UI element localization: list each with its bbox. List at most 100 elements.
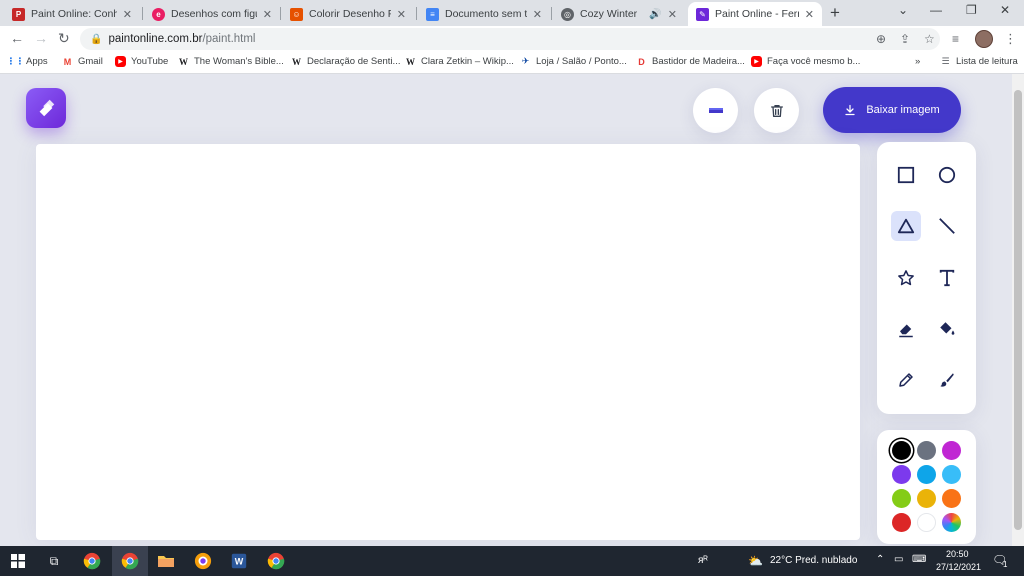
docs-favicon-icon: ≡ <box>426 7 439 21</box>
people-icon[interactable]: ᴙᴿ <box>698 555 708 566</box>
tab-4[interactable]: ◎ Cozy Winter 🔊 ✕ <box>553 2 685 26</box>
zoom-icon[interactable]: ⊕ <box>876 32 886 46</box>
tab-title: Cozy Winter <box>580 8 638 20</box>
bookmark-faca-voce-mesmo[interactable]: ▶ Faça você mesmo b... <box>751 56 860 67</box>
maximize-button[interactable]: ❐ <box>966 3 977 17</box>
tab-5-active[interactable]: ✎ Paint Online - Ferram ✕ <box>688 2 822 26</box>
pencil-tool[interactable] <box>891 365 921 395</box>
e-favicon-icon: e <box>152 7 165 21</box>
color-swatch-magenta[interactable] <box>942 441 961 460</box>
browser-taskbar-icon[interactable] <box>193 551 213 571</box>
share-icon[interactable]: ⇪ <box>900 32 910 46</box>
brush-tool[interactable] <box>932 365 962 395</box>
eraser-tool[interactable] <box>891 314 921 344</box>
minimize-button[interactable]: — <box>930 3 942 17</box>
close-icon[interactable]: ✕ <box>123 8 132 21</box>
bookmark-loja[interactable]: ✈ Loja / Salão / Ponto... <box>520 56 627 67</box>
bookmark-gmail[interactable]: M Gmail <box>62 56 103 67</box>
square-tool[interactable] <box>891 160 921 190</box>
new-tab-button[interactable]: + <box>830 3 840 23</box>
forward-button[interactable]: → <box>34 30 48 46</box>
color-picker-rainbow[interactable] <box>942 513 961 532</box>
weather-cloud-icon[interactable]: ⛅ <box>748 554 763 568</box>
lock-icon[interactable]: 🔒 <box>90 34 102 45</box>
tab-title: Documento sem título <box>445 8 527 20</box>
bookmark-bastidor[interactable]: D Bastidor de Madeira... <box>636 56 745 67</box>
paint-bucket-icon <box>940 322 955 335</box>
show-hidden-icons[interactable]: ⌃ <box>876 554 884 565</box>
close-window-button[interactable]: ✕ <box>1000 3 1010 17</box>
color-swatch-sky[interactable] <box>942 465 961 484</box>
bookmark-label: YouTube <box>131 56 169 67</box>
text-icon <box>939 269 955 287</box>
color-swatch-white[interactable] <box>917 513 936 532</box>
clock-time[interactable]: 20:50 <box>946 549 969 559</box>
color-swatch-yellow[interactable] <box>917 489 936 508</box>
tab-2[interactable]: ☺ Colorir Desenho Form ✕ <box>282 2 414 26</box>
bookmark-star-icon[interactable]: ☆ <box>924 32 935 46</box>
download-image-button[interactable]: Baixar imagem <box>823 87 961 133</box>
color-swatch-blue[interactable] <box>917 465 936 484</box>
close-icon[interactable]: ✕ <box>805 8 814 21</box>
tab-search-icon[interactable]: ⌄ <box>898 3 908 17</box>
bookmark-womans-bible[interactable]: W The Woman's Bible... <box>178 56 284 67</box>
brush-icon <box>940 373 954 387</box>
scrollbar-thumb[interactable] <box>1014 90 1022 530</box>
reading-list-button[interactable]: ☰ Lista de leitura <box>940 56 1017 67</box>
circle-tool[interactable] <box>932 160 962 190</box>
chrome-taskbar-icon-active[interactable] <box>120 551 140 571</box>
chrome-taskbar-icon[interactable] <box>82 551 102 571</box>
color-swatch-red[interactable] <box>892 513 911 532</box>
close-icon[interactable]: ✕ <box>397 8 406 21</box>
url-host: paintonline.com.br <box>108 33 203 45</box>
media-control-icon[interactable]: ≡ <box>952 32 959 46</box>
keyboard-icon[interactable]: ⌨ <box>912 554 926 565</box>
line-tool[interactable] <box>932 211 962 241</box>
back-button[interactable]: ← <box>10 30 24 46</box>
audio-playing-icon[interactable]: 🔊 <box>649 9 661 20</box>
address-bar[interactable]: 🔒 paintonline.com.br/paint.html <box>80 28 940 50</box>
wikipedia-icon: W <box>179 56 188 67</box>
triangle-tool[interactable] <box>891 211 921 241</box>
notification-count: 1 <box>1003 560 1008 569</box>
color-swatch-black[interactable] <box>892 441 911 460</box>
color-swatch-orange[interactable] <box>942 489 961 508</box>
color-swatch-violet[interactable] <box>892 465 911 484</box>
drawing-canvas[interactable] <box>36 144 860 540</box>
tab-1[interactable]: e Desenhos com figuras ✕ <box>144 2 280 26</box>
bookmark-label: Apps <box>26 56 48 67</box>
page-scrollbar[interactable] <box>1012 74 1024 546</box>
color-swatch-gray[interactable] <box>917 441 936 460</box>
bookmark-apps[interactable]: ⋮⋮ Apps <box>7 56 48 67</box>
globe-favicon-icon: ◎ <box>561 7 574 21</box>
close-icon[interactable]: ✕ <box>263 8 272 21</box>
windows-start-icon[interactable] <box>8 551 28 571</box>
menu-icon[interactable]: ⋮ <box>1004 31 1017 47</box>
word-taskbar-icon[interactable]: W <box>229 551 249 571</box>
tab-3[interactable]: ≡ Documento sem título ✕ <box>418 2 550 26</box>
weather-text[interactable]: 22°C Pred. nublado <box>770 555 857 566</box>
clock-date[interactable]: 27/12/2021 <box>936 562 981 572</box>
file-explorer-icon[interactable] <box>156 551 176 571</box>
clear-canvas-button[interactable] <box>754 88 799 133</box>
paint-logo[interactable] <box>26 88 66 128</box>
url-path: /paint.html <box>202 33 256 45</box>
bookmark-youtube[interactable]: ▶ YouTube <box>115 56 168 67</box>
reload-button[interactable]: ↻ <box>58 30 70 47</box>
triangle-icon <box>897 218 915 234</box>
fill-tool[interactable] <box>932 314 962 344</box>
more-bookmarks-icon[interactable]: » <box>915 56 920 67</box>
color-swatch-green[interactable] <box>892 489 911 508</box>
bookmark-clara-zetkin[interactable]: W Clara Zetkin – Wikip... <box>405 56 514 67</box>
battery-icon[interactable]: ▭ <box>894 554 903 565</box>
bookmark-declaracao[interactable]: W Declaração de Senti... <box>291 56 400 67</box>
close-icon[interactable]: ✕ <box>533 8 542 21</box>
text-tool[interactable] <box>932 263 962 293</box>
tab-0[interactable]: P Paint Online: Conheça ✕ <box>4 2 140 26</box>
close-icon[interactable]: ✕ <box>668 8 677 21</box>
shape-size-button[interactable] <box>693 88 738 133</box>
avatar[interactable] <box>975 30 993 48</box>
star-tool[interactable] <box>891 263 921 293</box>
task-view-icon[interactable]: ⧉ <box>44 551 64 571</box>
chrome-profile-taskbar-icon[interactable] <box>266 551 286 571</box>
